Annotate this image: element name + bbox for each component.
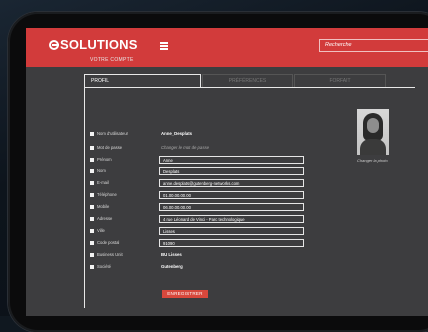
value-username: Anne_Desplats — [161, 131, 193, 136]
logo-e-icon — [49, 40, 59, 50]
logo: SOLUTIONS — [49, 37, 138, 52]
label-username: Nom d'utilisateur — [97, 131, 129, 136]
bullet-icon — [90, 253, 94, 257]
bullet-icon — [90, 169, 94, 173]
bullet-icon — [90, 265, 94, 269]
label-city: Ville — [97, 228, 105, 233]
label-postal-code: Code postal — [97, 240, 120, 245]
bullet-icon — [90, 132, 94, 136]
lastname-field[interactable] — [159, 167, 304, 175]
label-address: Adresse — [97, 216, 113, 221]
tab-preferences[interactable]: PRÉFÉRENCES — [202, 74, 293, 88]
firstname-field[interactable] — [159, 156, 304, 164]
city-field[interactable] — [159, 227, 304, 235]
tab-profil[interactable]: PROFIL — [84, 74, 201, 88]
tab-bar: PROFIL PRÉFÉRENCES FORFAIT — [84, 74, 402, 88]
mobile-field[interactable] — [159, 203, 304, 211]
bullet-icon — [90, 181, 94, 185]
tab-forfait[interactable]: FORFAIT — [294, 74, 386, 88]
top-bar: SOLUTIONS Recherche — [26, 28, 428, 67]
phone-field[interactable] — [159, 191, 304, 199]
menu-icon[interactable] — [160, 42, 168, 50]
label-password: Mot de passe — [97, 145, 123, 150]
change-password-link[interactable]: Changer le mot de passe — [161, 145, 209, 151]
label-company: Société — [97, 264, 111, 269]
label-mobile: Mobile — [97, 204, 110, 209]
bullet-icon — [90, 146, 94, 150]
label-firstname: Prénom — [97, 157, 112, 162]
label-lastname: Nom — [97, 168, 106, 173]
avatar — [357, 109, 389, 155]
postal-code-field[interactable] — [159, 239, 304, 247]
bullet-icon — [90, 205, 94, 209]
label-business-unit: Business Unit — [97, 252, 123, 257]
bullet-icon — [90, 217, 94, 221]
bullet-icon — [90, 241, 94, 245]
value-business-unit: BU Lisses — [161, 252, 182, 257]
bullet-icon — [90, 229, 94, 233]
save-button[interactable]: ENREGISTRER — [162, 290, 208, 298]
change-photo-link[interactable]: Changer la photo — [357, 158, 388, 163]
search-input[interactable]: Recherche — [319, 39, 428, 52]
page-title: VOTRE COMPTE — [90, 57, 134, 63]
label-email: E-mail — [97, 180, 109, 185]
email-field[interactable] — [159, 179, 304, 187]
address-field[interactable] — [159, 215, 304, 223]
value-company: Gutenberg — [161, 264, 183, 269]
logo-text: SOLUTIONS — [60, 37, 138, 52]
label-phone: Téléphone — [97, 192, 117, 197]
bullet-icon — [90, 158, 94, 162]
bullet-icon — [90, 193, 94, 197]
